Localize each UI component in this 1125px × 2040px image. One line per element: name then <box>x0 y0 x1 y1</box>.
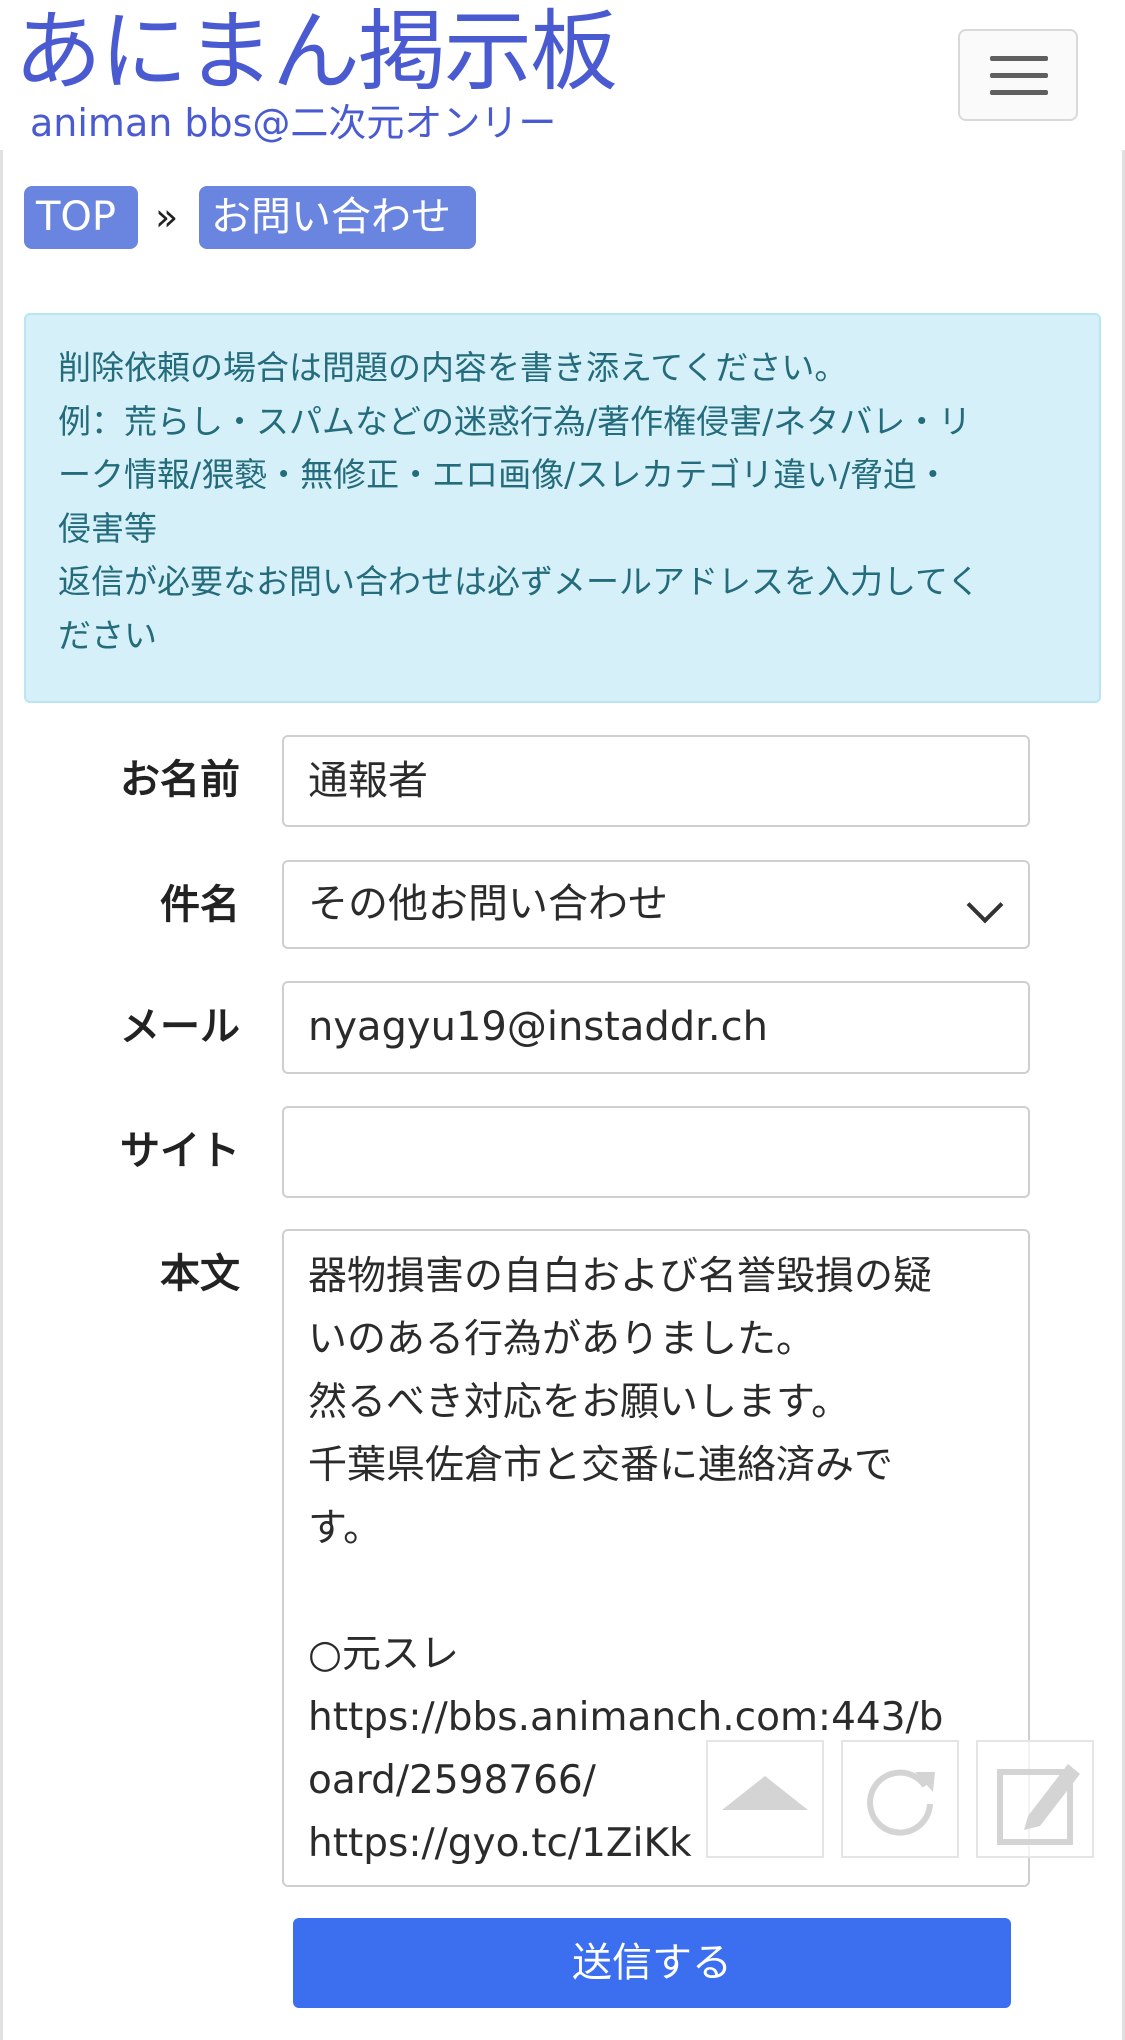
chevron-down-icon <box>966 886 1004 924</box>
body-text-line: いのある行為がありました。 <box>308 1317 816 1362</box>
alert-line: 返信が必要なお問い合わせは必ずメールアドレスを入力してく <box>58 562 981 601</box>
triangle-up-icon <box>722 1776 808 1810</box>
info-alert: 削除依頼の場合は問題の内容を書き添えてください。 例：荒らし・スパムなどの迷惑行… <box>24 313 1101 703</box>
breadcrumb-separator: » <box>155 195 179 239</box>
menu-toggle-button[interactable] <box>958 29 1078 121</box>
body-text-line <box>308 1560 1006 1623</box>
submit-button[interactable]: 送信する <box>293 1918 1011 2008</box>
hamburger-icon-bar <box>990 90 1048 95</box>
site-header: あにまん掲示板 animan bbs@二次元オンリー <box>0 0 1125 152</box>
logo-title: あにまん掲示板 <box>14 0 618 103</box>
site-label: サイト <box>120 1128 240 1174</box>
reload-button[interactable] <box>841 1740 959 1858</box>
reload-icon <box>867 1769 935 1836</box>
compose-button[interactable] <box>976 1740 1094 1858</box>
breadcrumb-top-link[interactable]: TOP <box>24 186 138 249</box>
breadcrumb-current[interactable]: お問い合わせ <box>199 186 476 249</box>
mail-label: メール <box>120 1004 240 1050</box>
page: あにまん掲示板 animan bbs@二次元オンリー TOP » お問い合わせ … <box>0 0 1125 2040</box>
edit-icon <box>997 1764 1080 1845</box>
name-label: お名前 <box>120 757 240 803</box>
body-text-line: す。 <box>308 1506 383 1551</box>
name-input[interactable]: 通報者 <box>282 735 1030 827</box>
body-text-line: 然るべき対応をお願いします。 <box>308 1380 851 1425</box>
mail-input[interactable]: nyagyu19@instaddr.ch <box>282 981 1030 1074</box>
alert-line: ださい <box>58 615 157 655</box>
alert-line: 例：荒らし・スパムなどの迷惑行為/著作権侵害/ネタバレ・リ <box>58 401 972 441</box>
subject-label: 件名 <box>160 882 240 928</box>
scroll-top-button[interactable] <box>706 1740 824 1858</box>
alert-line: 侵害等 <box>58 508 157 548</box>
site-logo[interactable]: あにまん掲示板 animan bbs@二次元オンリー <box>14 2 634 147</box>
logo-subtitle: animan bbs@二次元オンリー <box>30 101 557 145</box>
subject-select[interactable]: その他お問い合わせ <box>282 860 1030 949</box>
alert-line: ーク情報/猥褻・無修正・エロ画像/スレカテゴリ違い/脅迫・ <box>58 455 950 494</box>
hamburger-icon <box>990 56 1048 61</box>
site-input[interactable] <box>282 1106 1030 1198</box>
hamburger-icon-bar <box>990 73 1048 78</box>
body-text-line: ○元スレ <box>308 1632 460 1677</box>
alert-line: 削除依頼の場合は問題の内容を書き添えてください。 <box>58 348 848 387</box>
body-text-line: 器物損害の自白および名誉毀損の疑 <box>308 1254 933 1299</box>
body-label: 本文 <box>160 1251 240 1297</box>
body-text-line: 千葉県佐倉市と交番に連絡済みで <box>308 1443 894 1488</box>
subject-select-value: その他お問い合わせ <box>308 881 668 927</box>
